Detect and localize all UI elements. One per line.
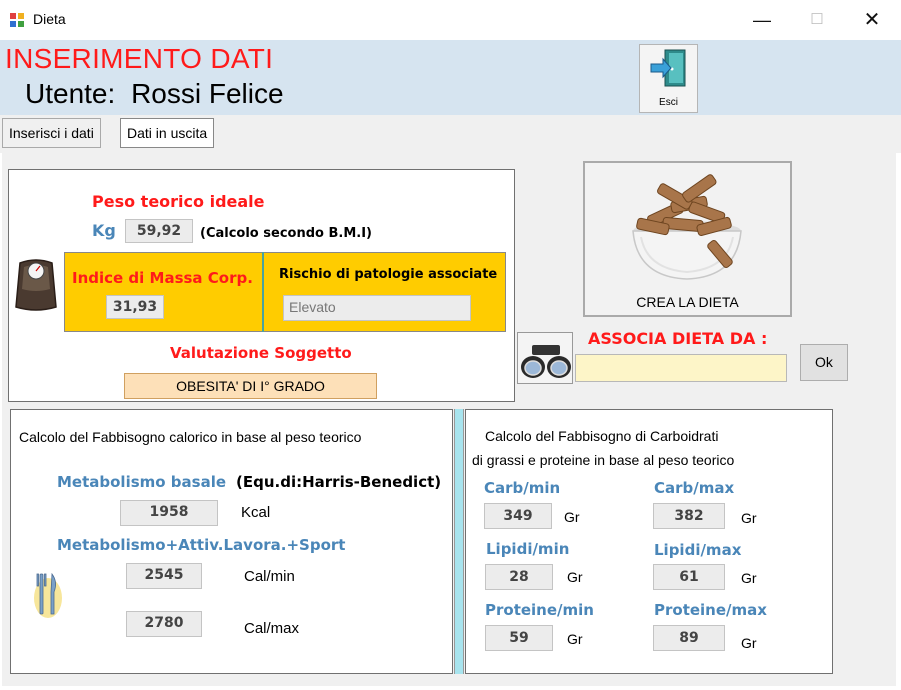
- peso-teorico-field[interactable]: 59,92: [125, 219, 193, 243]
- lipidi-min-label: Lipidi/min: [486, 540, 570, 558]
- exit-door-icon: [649, 48, 689, 90]
- lipidi-max-unit: Gr: [741, 570, 757, 586]
- metabolismo-sport-label: Metabolismo+Attiv.Lavora.+Sport: [57, 536, 346, 554]
- carb-min-field[interactable]: 349: [484, 503, 552, 529]
- bmi-note: (Calcolo secondo B.M.I): [200, 226, 372, 241]
- crea-dieta-button[interactable]: CREA LA DIETA: [583, 161, 792, 317]
- user-name: Rossi Felice: [131, 78, 284, 109]
- associa-dieta-label: ASSOCIA DIETA DA :: [588, 329, 768, 348]
- cal-min-field[interactable]: 2545: [126, 563, 202, 589]
- cal-min-unit: Cal/min: [244, 568, 295, 585]
- scale-icon: [14, 255, 58, 313]
- proteine-max-field[interactable]: 89: [653, 625, 725, 651]
- tab-inserisci-dati[interactable]: Inserisci i dati: [2, 118, 101, 148]
- imc-field[interactable]: 31,93: [106, 295, 164, 319]
- risk-field[interactable]: Elevato: [283, 295, 471, 321]
- proteine-max-unit: Gr: [741, 635, 757, 651]
- metabolismo-note: (Equ.di:Harris-Benedict): [236, 473, 442, 491]
- pasta-bowl-icon: [627, 169, 747, 287]
- proteine-max-label: Proteine/max: [654, 601, 767, 619]
- exit-label: Esci: [659, 97, 678, 108]
- proteine-min-label: Proteine/min: [485, 601, 594, 619]
- lipidi-min-unit: Gr: [567, 569, 583, 585]
- imc-label: Indice di Massa Corp.: [72, 269, 253, 287]
- macro-title-line1: Calcolo del Fabbisogno di Carboidrati: [485, 428, 719, 444]
- proteine-min-field[interactable]: 59: [485, 625, 553, 651]
- exit-button[interactable]: Esci: [639, 44, 698, 113]
- app-icon: [9, 12, 25, 28]
- window-title: Dieta: [33, 11, 66, 27]
- lipidi-min-field[interactable]: 28: [485, 564, 553, 590]
- metabolismo-unit: Kcal: [241, 504, 271, 521]
- proteine-min-unit: Gr: [567, 631, 583, 647]
- cal-max-unit: Cal/max: [244, 620, 300, 637]
- valutazione-field[interactable]: OBESITA' DI I° GRADO: [124, 373, 377, 399]
- macro-title-line2: di grassi e proteine in base al peso teo…: [472, 452, 735, 468]
- peso-teorico-label: Peso teorico ideale: [92, 192, 265, 211]
- ok-button[interactable]: Ok: [800, 344, 848, 381]
- user-line: Utente: Rossi Felice: [25, 78, 284, 110]
- risk-label: Rischio di patologie associate: [279, 267, 498, 282]
- metabolismo-basale-label: Metabolismo basale: [57, 473, 227, 491]
- user-prefix: Utente:: [25, 78, 116, 109]
- carb-min-label: Carb/min: [484, 479, 561, 497]
- binoculars-icon[interactable]: [517, 332, 573, 384]
- lipidi-max-field[interactable]: 61: [653, 564, 725, 590]
- associa-dieta-input[interactable]: [575, 354, 787, 382]
- tab-dati-in-uscita[interactable]: Dati in uscita: [120, 118, 215, 148]
- page-title: INSERIMENTO DATI: [5, 43, 274, 74]
- imc-panel-divider: [262, 252, 264, 332]
- kg-label: Kg: [92, 221, 116, 240]
- crea-dieta-label: CREA LA DIETA: [636, 294, 739, 310]
- carb-max-label: Carb/max: [654, 479, 735, 497]
- cutlery-icon: [28, 568, 68, 620]
- metabolismo-basale-field[interactable]: 1958: [120, 500, 218, 526]
- valutazione-label: Valutazione Soggetto: [170, 344, 352, 362]
- splitter[interactable]: [454, 409, 464, 674]
- lipidi-max-label: Lipidi/max: [654, 541, 742, 559]
- carb-max-unit: Gr: [741, 510, 757, 526]
- carb-min-unit: Gr: [564, 509, 580, 525]
- carb-max-field[interactable]: 382: [653, 503, 725, 529]
- close-button[interactable]: ✕: [852, 8, 892, 32]
- maximize-button[interactable]: ☐: [797, 8, 837, 32]
- minimize-button[interactable]: —: [742, 8, 782, 32]
- calorie-title: Calcolo del Fabbisogno calorico in base …: [19, 429, 362, 445]
- cal-max-field[interactable]: 2780: [126, 611, 202, 637]
